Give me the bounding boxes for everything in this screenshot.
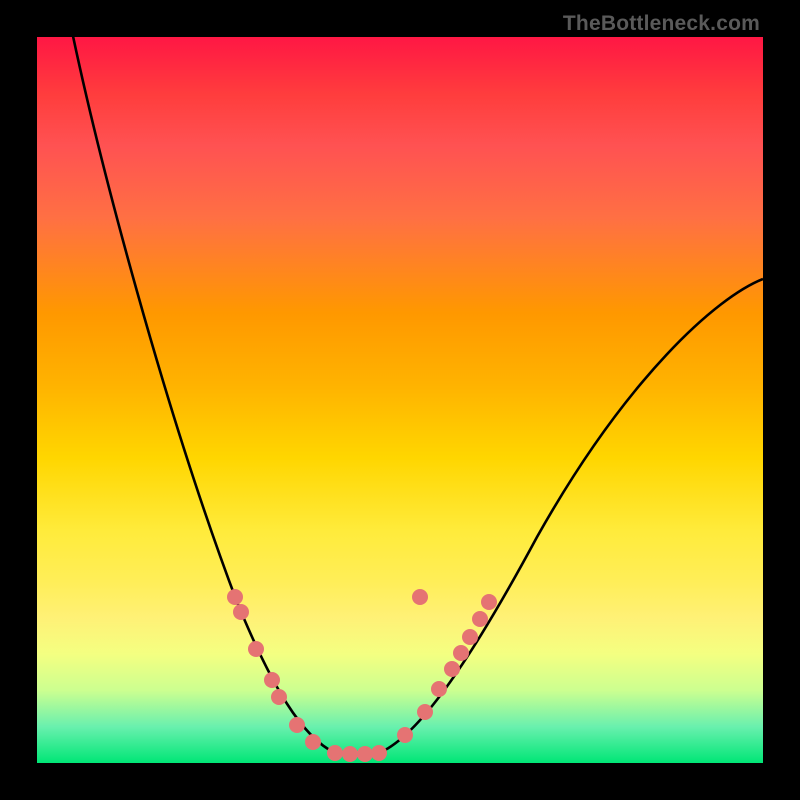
curve-path	[67, 7, 763, 753]
markers-left	[227, 589, 321, 750]
markers-right	[397, 589, 497, 743]
chart-container: TheBottleneck.com	[0, 0, 800, 800]
markers-bottom	[327, 745, 387, 762]
watermark-text: TheBottleneck.com	[563, 12, 760, 36]
bottleneck-curve	[37, 37, 763, 763]
